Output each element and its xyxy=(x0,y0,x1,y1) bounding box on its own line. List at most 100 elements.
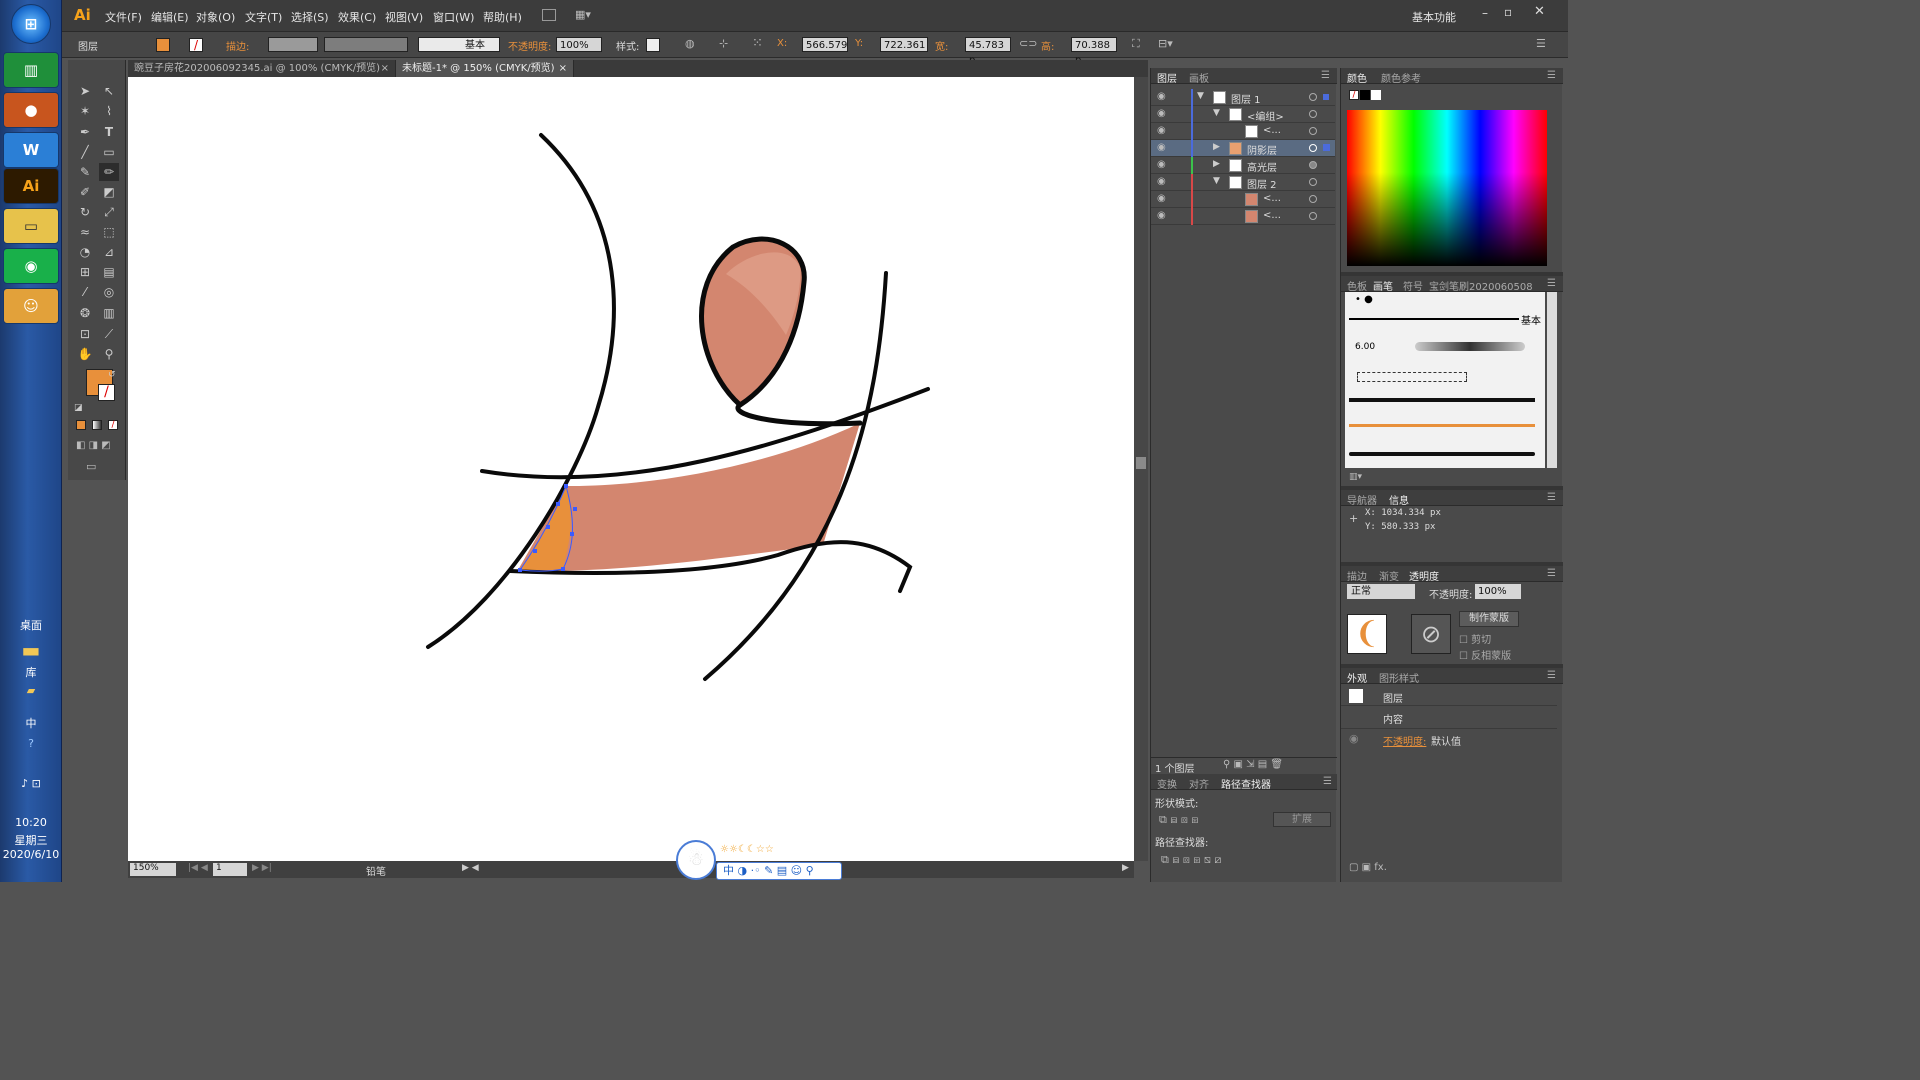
layer-name[interactable]: <... xyxy=(1263,210,1281,221)
layer-row[interactable]: ◉ <... xyxy=(1151,123,1335,140)
layer-name[interactable]: <... xyxy=(1263,125,1281,136)
brush-list[interactable]: • ● 基本 6.00 xyxy=(1345,292,1545,468)
status-arrow-icon[interactable]: ▶ ◀ xyxy=(462,863,479,873)
appearance-footer-icons[interactable]: ▢ ▣ fx. xyxy=(1349,862,1387,873)
tab-brush-library[interactable]: 宝剑笔刷2020060508 xyxy=(1429,278,1533,293)
menu-file[interactable]: 文件(F) xyxy=(105,9,142,25)
hscroll-right-icon[interactable]: ▶ xyxy=(1122,863,1129,873)
fill-swatch[interactable] xyxy=(156,38,170,52)
menu-type[interactable]: 文字(T) xyxy=(245,9,282,25)
shape-builder-tool-icon[interactable]: ◔ xyxy=(75,243,95,261)
brush-style-field[interactable]: 基本 xyxy=(418,37,500,52)
line-tool-icon[interactable]: ╱ xyxy=(75,143,95,161)
illustrator-icon[interactable]: Ai xyxy=(3,168,59,204)
stroke-weight-field[interactable] xyxy=(268,37,318,52)
tab-transform[interactable]: 变换 xyxy=(1157,776,1177,791)
height-field[interactable]: 70.388 p xyxy=(1071,37,1117,66)
tab-document-2[interactable]: 未标题-1* @ 150% (CMYK/预览) × xyxy=(396,60,574,77)
layer-name[interactable]: 图层 1 xyxy=(1231,91,1261,106)
color-none-icon[interactable]: / xyxy=(1349,90,1359,100)
eraser-tool-icon[interactable]: ◩ xyxy=(99,183,119,201)
wechat-work-icon[interactable]: W xyxy=(3,132,59,168)
tab-document-1[interactable]: 豌豆子房花202006092345.ai @ 100% (CMYK/预览) × xyxy=(128,60,396,77)
target-icon[interactable] xyxy=(1309,127,1317,135)
type-tool-icon[interactable]: T xyxy=(99,123,119,141)
brush-dashed-stroke[interactable] xyxy=(1357,372,1467,382)
tab-symbols[interactable]: 符号 xyxy=(1403,278,1423,293)
layer-name[interactable]: 图层 2 xyxy=(1247,176,1277,191)
tab-navigator[interactable]: 导航器 xyxy=(1347,492,1377,507)
warp-tool-icon[interactable]: ≈ xyxy=(75,223,95,241)
artwork-svg[interactable] xyxy=(128,77,1134,861)
status-tool-label[interactable]: 铅笔 xyxy=(366,863,386,878)
skin-shape[interactable] xyxy=(518,423,860,571)
tab-gradient[interactable]: 渐变 xyxy=(1379,568,1399,583)
arrange-docs-icon[interactable]: ▦▾ xyxy=(575,8,591,21)
layer-name[interactable]: <编组> xyxy=(1247,108,1284,123)
rectangle-tool-icon[interactable]: ▭ xyxy=(99,143,119,161)
isolate-icon[interactable]: ⛶ xyxy=(1132,37,1140,51)
eyedropper-tool-icon[interactable]: ⁄ xyxy=(75,283,95,301)
transparency-opacity-field[interactable]: 100% xyxy=(1475,584,1521,599)
workspace-switcher[interactable]: 基本功能 xyxy=(1412,9,1456,25)
eye-icon[interactable]: ◉ xyxy=(1157,125,1166,136)
color-black-swatch[interactable] xyxy=(1360,90,1370,100)
layer-name[interactable]: 高光层 xyxy=(1247,159,1277,174)
bridge-icon[interactable] xyxy=(542,9,556,21)
expand-arrow-icon[interactable]: ▶ xyxy=(1213,142,1220,152)
y-field[interactable]: 722.361 xyxy=(880,37,928,52)
make-mask-button[interactable]: 制作蒙版 xyxy=(1459,611,1519,627)
transform-points-icon[interactable]: ⊹ xyxy=(719,37,728,50)
layer-row[interactable]: ◉ ▼ <编组> xyxy=(1151,106,1335,123)
blend-tool-icon[interactable]: ◎ xyxy=(99,283,119,301)
pencil-tool-icon[interactable]: ✏ xyxy=(99,163,119,181)
gradient-tool-icon[interactable]: ▤ xyxy=(99,263,119,281)
layer-row[interactable]: ◉ ▶ 高光层 xyxy=(1151,157,1335,174)
tab-info[interactable]: 信息 xyxy=(1389,492,1409,507)
tab-color[interactable]: 颜色 xyxy=(1347,70,1367,85)
appearance-opacity-label[interactable]: 不透明度: xyxy=(1383,733,1426,748)
color-spectrum[interactable] xyxy=(1347,110,1547,266)
slice-tool-icon[interactable]: ⟋ xyxy=(99,325,119,343)
panel-menu-icon[interactable]: ☰ xyxy=(1547,670,1556,681)
ime-bar[interactable]: 中 ◑ ·◦ ✎ ▤ ☺ ⚲ xyxy=(716,862,842,880)
selection-indicator[interactable] xyxy=(1323,94,1329,100)
target-icon[interactable] xyxy=(1309,93,1317,101)
blob-brush-tool-icon[interactable]: ✐ xyxy=(75,183,95,201)
layer-row[interactable]: ◉ <... xyxy=(1151,191,1335,208)
layer-row[interactable]: ◉ <... xyxy=(1151,208,1335,225)
tray-icons[interactable]: ♪ ⊡ xyxy=(0,777,62,790)
library-folder-icon[interactable]: ▬ xyxy=(0,638,62,662)
rotate-tool-icon[interactable]: ↻ xyxy=(75,203,95,221)
zoom-field[interactable]: 150% xyxy=(130,863,176,876)
screen-mode-icon[interactable]: ▭ xyxy=(86,460,96,473)
column-graph-tool-icon[interactable]: ▥ xyxy=(99,304,119,322)
vertical-scrollbar[interactable] xyxy=(1134,77,1148,861)
selection-indicator[interactable] xyxy=(1323,144,1330,151)
help-icon[interactable]: ? xyxy=(0,737,62,750)
default-colors-icon[interactable]: ◪ xyxy=(74,403,83,413)
opacity-label[interactable]: 不透明度: xyxy=(508,38,551,53)
brush-scrollbar[interactable] xyxy=(1547,292,1557,468)
tab-layers[interactable]: 图层 xyxy=(1157,70,1177,85)
menu-help[interactable]: 帮助(H) xyxy=(483,9,522,25)
hand-tool-icon[interactable]: ✋ xyxy=(75,345,95,363)
symbol-sprayer-tool-icon[interactable]: ❂ xyxy=(75,304,95,322)
clip-checkbox[interactable]: ☐ 剪切 xyxy=(1459,631,1491,646)
tab-stroke[interactable]: 描边 xyxy=(1347,568,1367,583)
scale-tool-icon[interactable]: ⤢ xyxy=(99,203,119,221)
draw-modes-icon[interactable]: ◧ ◨ ◩ xyxy=(76,440,111,451)
tab-graphic-styles[interactable]: 图形样式 xyxy=(1379,670,1419,685)
none-mode-icon[interactable]: / xyxy=(108,420,118,430)
perspective-tool-icon[interactable]: ⊿ xyxy=(99,243,119,261)
artboard-field[interactable]: 1 xyxy=(213,863,247,876)
tab-brushes[interactable]: 画笔 xyxy=(1373,278,1393,293)
panel-menu-icon[interactable]: ☰ xyxy=(1547,70,1556,81)
lasso-tool-icon[interactable]: ⌇ xyxy=(99,102,119,120)
panel-menu-icon[interactable]: ☰ xyxy=(1321,70,1330,81)
layer-name[interactable]: 阴影层 xyxy=(1247,142,1277,157)
ime-indicator[interactable]: 中 xyxy=(0,715,62,731)
control-options-icon[interactable]: ⊟▾ xyxy=(1158,37,1173,50)
panel-menu-icon[interactable]: ☰ xyxy=(1547,278,1556,289)
restore-icon[interactable]: ▫ xyxy=(1504,5,1512,19)
